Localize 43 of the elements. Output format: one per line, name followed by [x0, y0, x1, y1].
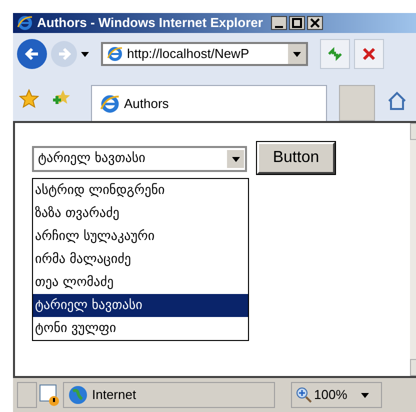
author-option[interactable]: არჩილ სულაკაური — [33, 225, 248, 248]
maximize-icon — [290, 17, 303, 29]
minimize-button[interactable] — [270, 16, 287, 30]
caret-icon — [232, 156, 240, 162]
address-dropdown-button[interactable] — [288, 44, 306, 64]
page-warning-icon — [39, 383, 61, 407]
address-text: http://localhost/NewP — [127, 45, 250, 64]
author-option[interactable]: ტონი ვულფი — [33, 317, 248, 340]
author-option[interactable]: თეა ლომაძე — [33, 271, 248, 294]
zoom-button[interactable]: 100% — [291, 382, 382, 408]
refresh-arrows-icon — [327, 46, 343, 62]
author-option[interactable]: ზაზა თვარაძე — [33, 202, 248, 225]
refresh-button[interactable] — [320, 39, 350, 69]
tab-label: Authors — [124, 94, 169, 113]
star-icon[interactable] — [19, 89, 39, 109]
close-icon — [362, 47, 376, 61]
right-arrow-icon — [57, 47, 71, 61]
magnifier-icon — [296, 387, 312, 403]
stop-button[interactable] — [354, 39, 384, 69]
home-icon[interactable] — [387, 91, 407, 111]
author-option[interactable]: ასტრიდ ლინდგრენი — [33, 179, 248, 202]
window-title: Authors - Windows Internet Explorer — [37, 14, 263, 32]
submit-button[interactable]: Button — [257, 142, 335, 174]
author-option[interactable]: ირმა მალაციძე — [33, 248, 248, 271]
left-arrow-icon — [24, 46, 40, 62]
zone-label: Internet — [92, 386, 136, 404]
globe-icon — [68, 385, 88, 405]
caret-icon — [81, 52, 89, 56]
caret-icon — [293, 52, 301, 56]
status-panel — [17, 382, 37, 408]
browser-logo-icon — [107, 46, 123, 62]
author-select[interactable]: ტარიელ ხავთასი — [32, 146, 247, 172]
browser-logo-icon — [17, 15, 33, 31]
close-button[interactable] — [306, 16, 323, 30]
maximize-button[interactable] — [288, 16, 305, 30]
author-option[interactable]: ტარიელ ხავთასი — [33, 294, 248, 317]
address-field[interactable]: http://localhost/NewP — [101, 42, 308, 66]
close-icon — [308, 17, 321, 29]
caret-icon — [361, 392, 370, 398]
browser-logo-icon — [100, 94, 120, 114]
back-button[interactable] — [17, 39, 47, 69]
browser-tab[interactable]: Authors — [91, 85, 327, 121]
minimize-icon — [274, 26, 283, 28]
